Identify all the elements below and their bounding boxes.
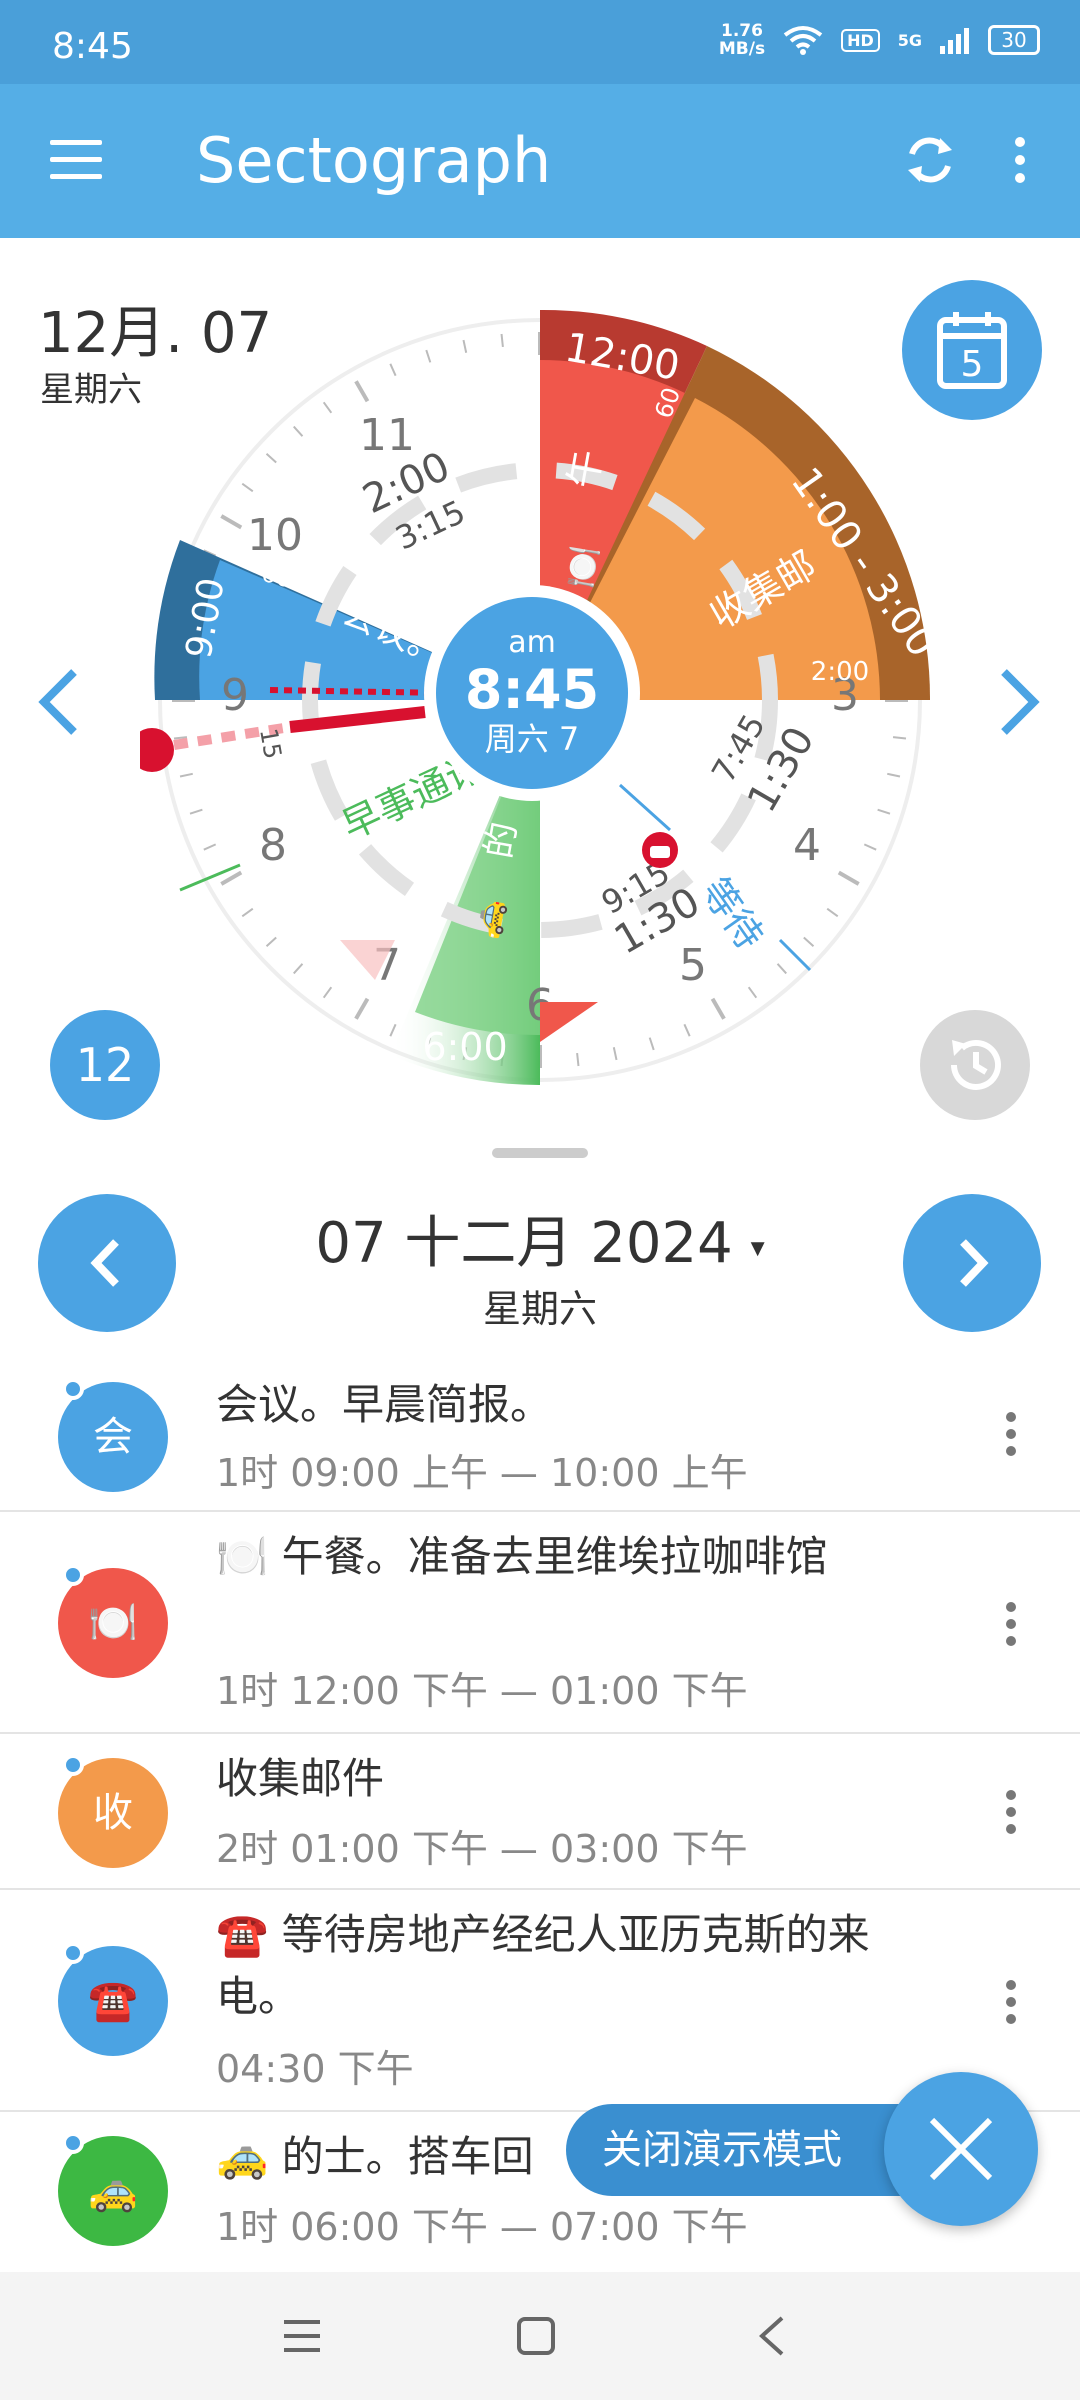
back-icon[interactable] <box>756 2316 786 2356</box>
date-picker-label: 07 十二月 2024 <box>315 1211 733 1276</box>
event-title: 会议。早晨简报。 <box>216 1380 553 1429</box>
signal-bars-icon <box>940 28 969 54</box>
event-status-dot <box>62 1564 84 1586</box>
event-more-icon[interactable] <box>1006 1412 1018 1456</box>
event-title: ☎️ 等待房地产经纪人亚历克斯的来电。 <box>216 1910 870 2021</box>
drag-handle[interactable] <box>492 1148 588 1158</box>
svg-text:🍽️: 🍽️ <box>559 543 606 592</box>
event-title: 收集邮件 <box>216 1754 385 1803</box>
center-time: 8:45 <box>465 658 599 721</box>
svg-text:🚕: 🚕 <box>465 896 509 942</box>
event-more-icon[interactable] <box>1006 1602 1018 1646</box>
status-icons: 1.76 MB/s HD 5G 30 <box>719 22 1040 58</box>
clock-date-weekday: 星期六 <box>40 370 142 410</box>
app-bar: Sectograph <box>0 84 1080 238</box>
svg-text:2:00: 2:00 <box>811 657 869 687</box>
event-status-dot <box>62 2132 84 2154</box>
hamburger-menu-icon[interactable] <box>50 140 102 180</box>
hd-badge: HD <box>841 28 880 52</box>
dropdown-caret-icon: ▾ <box>750 1230 765 1264</box>
event-time: 1时 12:00 下午 — 01:00 下午 <box>216 1669 748 1713</box>
history-icon <box>951 1039 1001 1090</box>
svg-text:6:00: 6:00 <box>422 1025 507 1069</box>
event-time: 2时 01:00 下午 — 03:00 下午 <box>216 1827 748 1871</box>
net-speed: 1.76 MB/s <box>718 21 766 59</box>
event-item[interactable]: 收 收集邮件 2时 01:00 下午 — 03:00 下午 <box>0 1734 1080 1890</box>
recents-menu-icon[interactable] <box>282 2316 322 2356</box>
close-demo-mode-button[interactable] <box>884 2072 1038 2226</box>
event-item[interactable]: 🍽️ 🍽️ 午餐。准备去里维埃拉咖啡馆 1时 12:00 下午 — 01:00 … <box>0 1512 1080 1734</box>
event-status-dot <box>62 1378 84 1400</box>
sync-icon[interactable] <box>900 130 960 190</box>
svg-text:的: 的 <box>478 819 525 862</box>
close-icon <box>929 2117 993 2181</box>
event-more-icon[interactable] <box>1006 1980 1018 2024</box>
more-vert-icon[interactable] <box>1006 130 1034 190</box>
home-square-icon[interactable] <box>516 2316 556 2356</box>
event-time: 1时 09:00 上午 — 10:00 上午 <box>216 1451 748 1495</box>
signal-label: 5G <box>897 30 922 50</box>
event-more-icon[interactable] <box>1006 1790 1018 1834</box>
event-time: 1时 06:00 下午 — 07:00 下午 <box>216 2205 748 2249</box>
next-day-button[interactable] <box>903 1194 1041 1332</box>
svg-text:8: 8 <box>259 820 287 871</box>
svg-text:5: 5 <box>961 344 984 385</box>
battery-indicator: 30 <box>988 25 1040 55</box>
clock-prev-arrow-icon[interactable] <box>34 666 82 738</box>
svg-text:9: 9 <box>221 670 249 721</box>
svg-text:11: 11 <box>359 410 415 461</box>
twelve-hour-button[interactable]: 12 <box>50 1010 160 1120</box>
system-nav-bar <box>0 2272 1080 2400</box>
clock-next-arrow-icon[interactable] <box>996 666 1044 738</box>
center-day: 周六 7 <box>485 720 580 758</box>
svg-text:4: 4 <box>793 820 821 871</box>
chevron-right-icon <box>960 1239 989 1287</box>
event-status-dot <box>62 1942 84 1964</box>
event-time: 04:30 下午 <box>216 2047 414 2091</box>
status-time: 8:45 <box>52 26 133 67</box>
app-title: Sectograph <box>196 124 552 197</box>
svg-text:15: 15 <box>254 726 287 761</box>
phone-event-icon <box>642 832 678 868</box>
calendar-icon: 5 <box>937 312 1007 389</box>
event-status-dot <box>62 1754 84 1776</box>
event-item[interactable]: 会 会议。早晨简报。 1时 09:00 上午 — 10:00 上午 <box>0 1360 1080 1512</box>
center-ampm: am <box>508 625 556 660</box>
history-button[interactable] <box>920 1010 1030 1120</box>
svg-text:10: 10 <box>247 510 303 561</box>
event-item[interactable]: ☎️ ☎️ 等待房地产经纪人亚历克斯的来电。 04:30 下午 <box>0 1890 1080 2112</box>
event-title: 🍽️ 午餐。准备去里维埃拉咖啡馆 <box>216 1532 828 1581</box>
wifi-icon <box>783 26 823 55</box>
svg-text:午: 午 <box>561 446 611 491</box>
sectograph-clock[interactable]: 11 10 9 8 7 6 5 4 3 12:00 60 午 🍽️ 1:00 -… <box>140 290 940 1090</box>
status-bar: 8:45 1.76 MB/s HD 5G 30 <box>0 0 1080 84</box>
svg-text:5: 5 <box>679 940 707 991</box>
